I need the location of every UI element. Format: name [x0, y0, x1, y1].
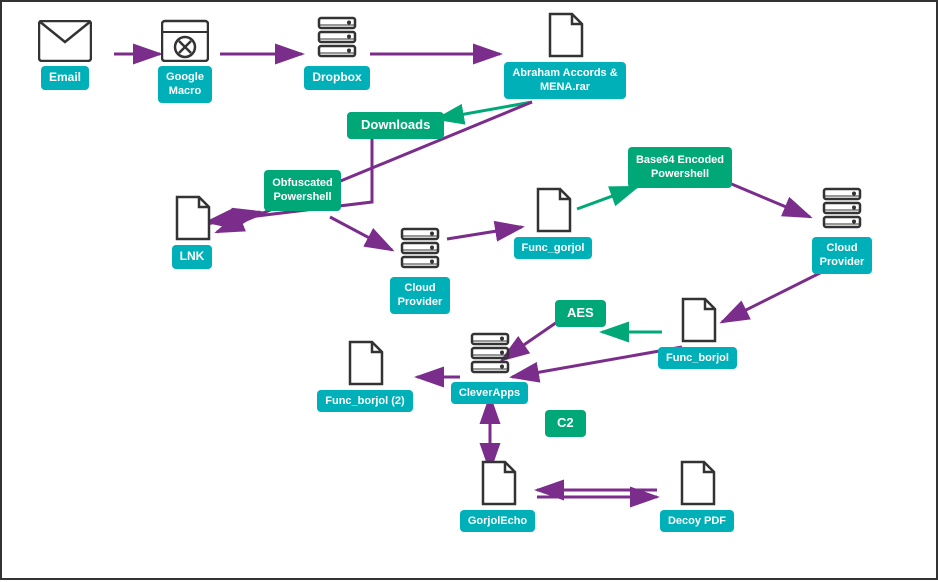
decoy-pdf-label: Decoy PDF [660, 510, 734, 532]
c2-label: C2 [545, 410, 586, 437]
email-icon [38, 20, 92, 62]
func-gorjol-file-icon [534, 187, 572, 233]
email-node: Email [20, 20, 110, 90]
lnk-label: LNK [172, 245, 213, 269]
cloud-provider2-server-icon [821, 187, 863, 233]
clever-apps-label: CleverApps [451, 382, 528, 404]
func-borjol2-node: Func_borjol (2) [310, 340, 420, 412]
func-borjol-src-file-icon [679, 297, 717, 343]
gorjol-echo-file-icon [479, 460, 517, 506]
rar-file-icon [546, 12, 584, 58]
func-borjol2-file-icon [346, 340, 384, 386]
gorjol-echo-label: GorjolEcho [460, 510, 535, 532]
email-label: Email [41, 66, 89, 90]
func-gorjol-label: Func_gorjol [514, 237, 593, 259]
decoy-pdf-node: Decoy PDF [652, 460, 742, 532]
clever-apps-node: CleverApps [447, 332, 532, 404]
func-borjol-src-label: Func_borjol [658, 347, 737, 369]
cloud-provider1-node: CloudProvider [380, 227, 460, 314]
downloads-label: Downloads [347, 112, 444, 139]
base64-ps-label: Base64 EncodedPowershell [628, 147, 732, 188]
gorjol-echo-node: GorjolEcho [450, 460, 545, 532]
c2-node: C2 [545, 410, 586, 437]
rar-file-node: Abraham Accords &MENA.rar [500, 12, 630, 99]
google-macro-node: GoogleMacro [145, 16, 225, 103]
downloads-node: Downloads [347, 112, 444, 139]
dropbox-label: Dropbox [304, 66, 369, 90]
diagram: Email GoogleMacro Dropbox [0, 0, 938, 580]
google-macro-label: GoogleMacro [158, 66, 212, 103]
func-borjol2-label: Func_borjol (2) [317, 390, 412, 412]
dropbox-node: Dropbox [302, 16, 372, 90]
func-borjol-src-node: Func_borjol [650, 297, 745, 369]
clever-apps-server-icon [469, 332, 511, 378]
cloud-provider2-node: CloudProvider [802, 187, 882, 274]
aes-label: AES [555, 300, 606, 327]
lnk-file-icon [173, 195, 211, 241]
base64-ps-node: Base64 EncodedPowershell [620, 147, 740, 188]
obfuscated-ps-node: ObfuscatedPowershell [250, 170, 355, 211]
cloud-provider1-server-icon [399, 227, 441, 273]
aes-node: AES [555, 300, 606, 327]
decoy-pdf-file-icon [678, 460, 716, 506]
dropbox-server-icon [316, 16, 358, 62]
cloud-provider1-label: CloudProvider [390, 277, 451, 314]
rar-file-label: Abraham Accords &MENA.rar [504, 62, 625, 99]
cloud-provider2-label: CloudProvider [812, 237, 873, 274]
obfuscated-ps-label: ObfuscatedPowershell [264, 170, 341, 211]
lnk-node: LNK [157, 195, 227, 269]
func-gorjol-node: Func_gorjol [508, 187, 598, 259]
browser-icon [161, 16, 209, 62]
